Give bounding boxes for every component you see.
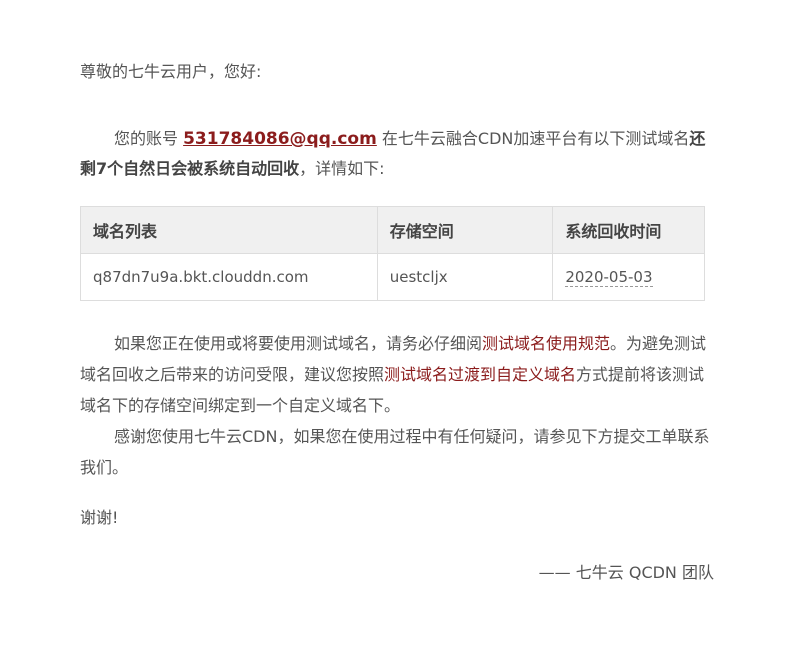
custom-domain-transition-link[interactable]: 测试域名过渡到自定义域名	[384, 365, 576, 384]
greeting-text: 尊敬的七牛云用户，您好:	[80, 62, 262, 81]
header-storage-space: 存储空间	[376, 206, 554, 254]
thanks-text: 谢谢!	[80, 508, 119, 527]
recycle-date-value: 2020-05-03	[565, 268, 653, 287]
domain-table: 域名列表 存储空间 系统回收时间 q87dn7u9a.bkt.clouddn.c…	[80, 206, 705, 301]
header-recycle-time: 系统回收时间	[552, 206, 705, 254]
account-email-link[interactable]: 531784086@qq.com	[183, 129, 377, 149]
account-suffix: ，详情如下:	[299, 159, 385, 178]
table-row: q87dn7u9a.bkt.clouddn.com uestcljx 2020-…	[80, 253, 705, 301]
test-domain-spec-link[interactable]: 测试域名使用规范	[482, 334, 610, 353]
header-domain-list: 域名列表	[80, 206, 378, 254]
cell-recycle-date: 2020-05-03	[552, 253, 705, 301]
thanks-paragraph: 感谢您使用七牛云CDN，如果您在使用过程中有任何疑问，请参见下方提交工单联系我们…	[80, 427, 710, 477]
table-header-row: 域名列表 存储空间 系统回收时间	[80, 206, 705, 254]
signature: —— 七牛云 QCDN 团队	[538, 563, 714, 582]
account-notice-paragraph: 您的账号 531784086@qq.com 在七牛云融合CDN加速平台有以下测试…	[80, 124, 714, 184]
advice-part1: 如果您正在使用或将要使用测试域名，请务必仔细阅	[114, 334, 483, 353]
cell-domain: q87dn7u9a.bkt.clouddn.com	[80, 253, 378, 301]
cell-storage: uestcljx	[376, 253, 554, 301]
usage-advice-paragraph: 如果您正在使用或将要使用测试域名，请务必仔细阅测试域名使用规范。为避免测试域名回…	[80, 328, 714, 421]
account-middle-text: 在七牛云融合CDN加速平台有以下测试域名	[376, 129, 690, 148]
account-prefix: 您的账号	[114, 129, 184, 148]
